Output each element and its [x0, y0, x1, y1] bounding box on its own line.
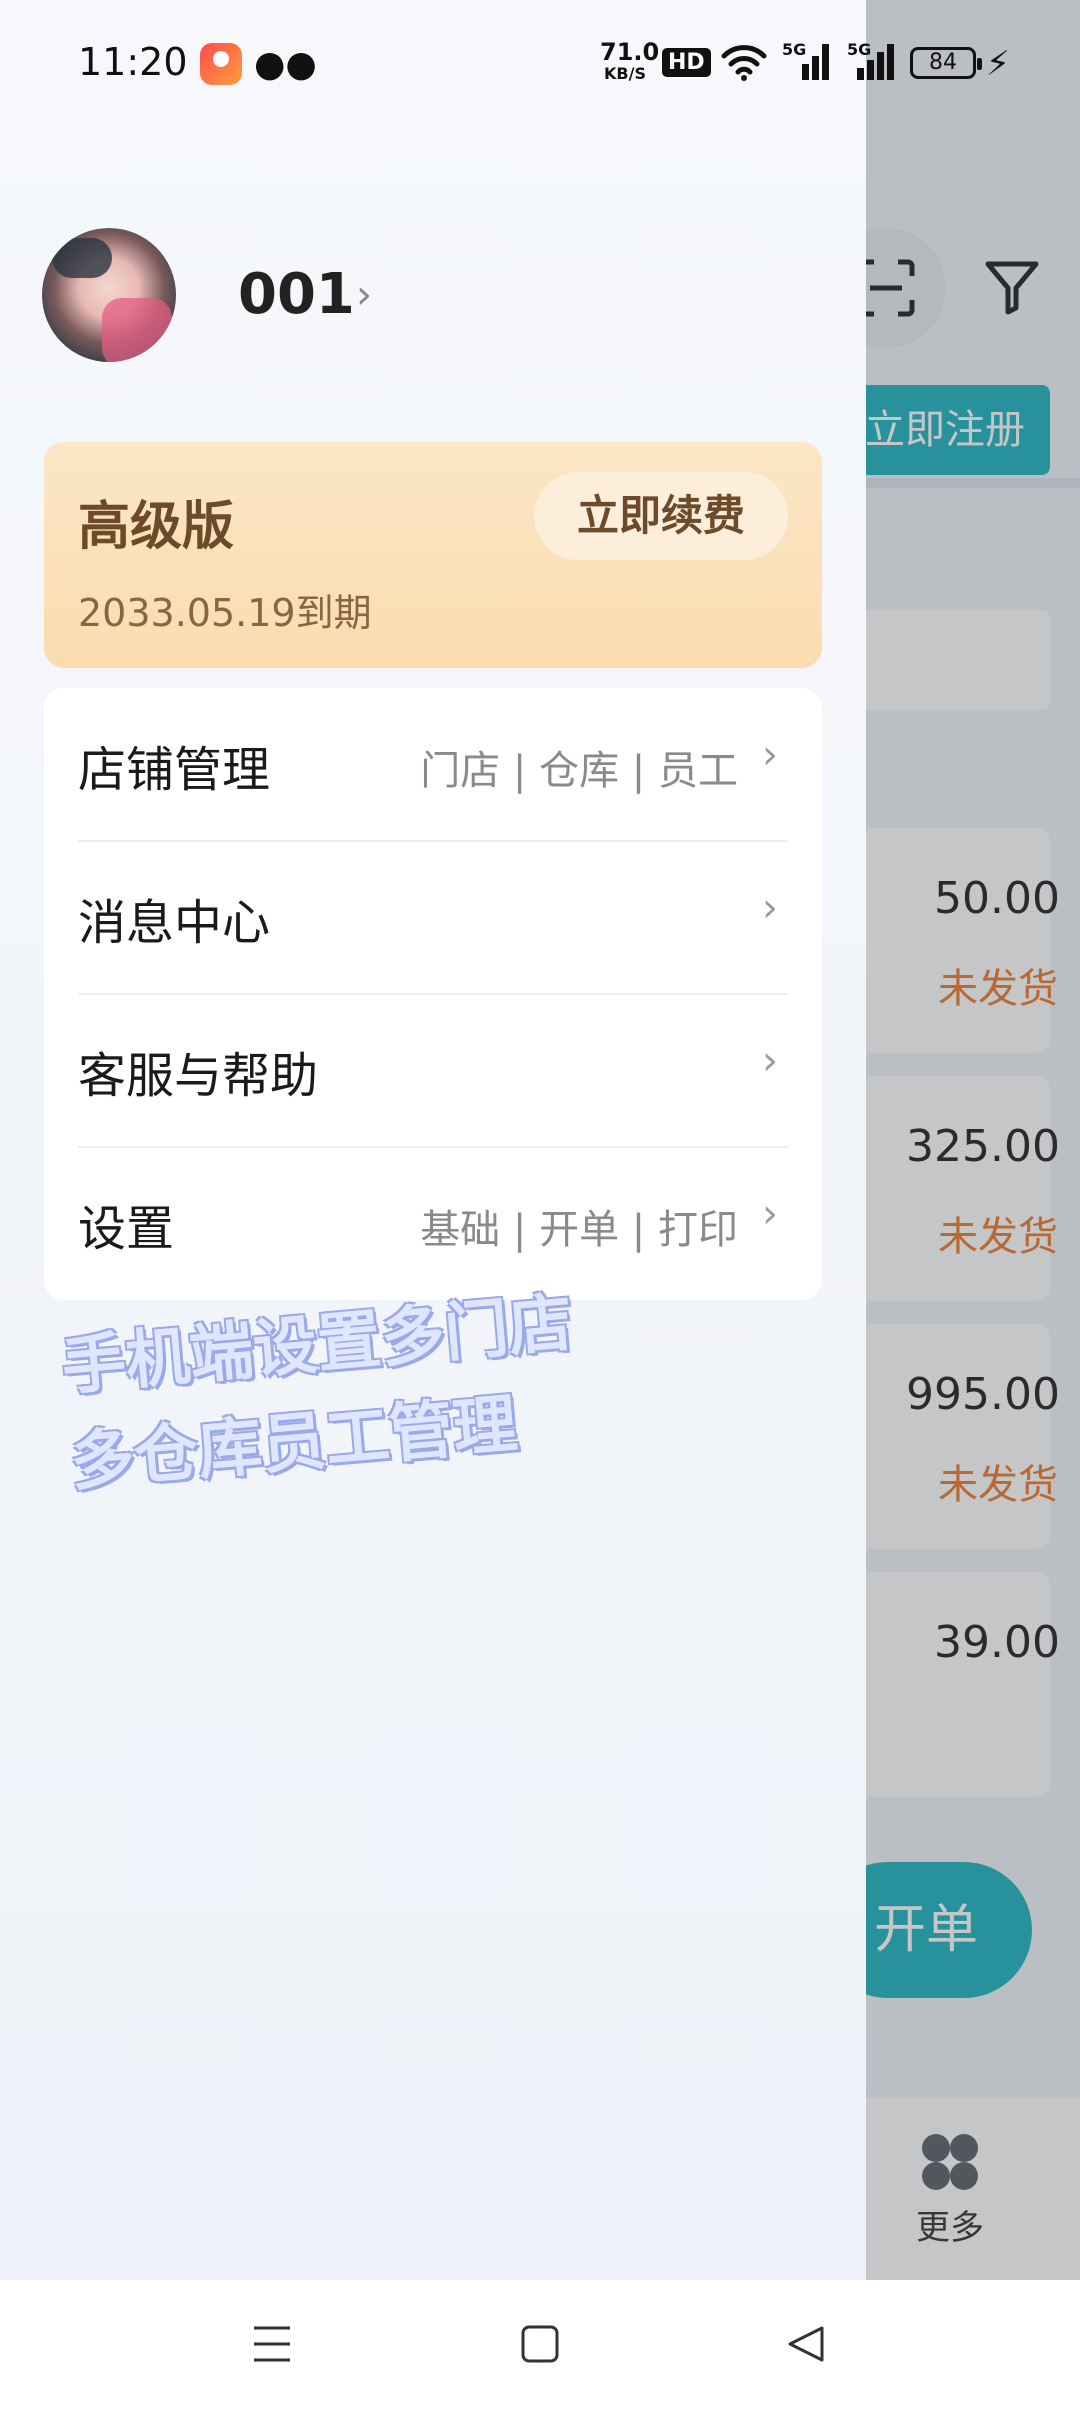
menu-item-label: 消息中心 [78, 895, 271, 951]
username[interactable]: 001 [238, 262, 355, 327]
premium-card: 高级版 2033.05.19到期 立即续费 [44, 442, 822, 668]
nav-back-icon[interactable] [786, 2324, 826, 2364]
menu-item-store-management[interactable]: 店铺管理 门店 | 仓库 | 员工 › [78, 688, 788, 840]
menu-item-settings[interactable]: 设置 基础 | 开单 | 打印 › [78, 1147, 788, 1299]
chevron-right-icon: › [356, 272, 372, 318]
network-speed-unit: KB/S [604, 64, 646, 83]
menu-card: 店铺管理 门店 | 仓库 | 员工 › 消息中心 › 客服与帮助 › 设置 基础… [44, 688, 822, 1300]
battery-icon: 84 [910, 47, 982, 79]
charging-icon: ⚡ [986, 44, 1010, 84]
promo-overlay-text: 手机端设置多门店 多仓库员工管理 [58, 1275, 585, 1511]
status-bar: 11:20 ●● 71.0 KB/S HD 5G 5G 84 ⚡ [0, 0, 1080, 128]
network-speed: 71.0 KB/S [600, 38, 660, 83]
wifi-icon [721, 45, 767, 81]
chevron-right-icon: › [762, 1038, 778, 1084]
system-nav-bar [0, 2280, 1080, 2414]
renew-button[interactable]: 立即续费 [534, 472, 788, 560]
menu-item-subtitle: 门店 | 仓库 | 员工 [420, 748, 738, 794]
side-drawer: 001 › 高级版 2033.05.19到期 立即续费 店铺管理 门店 | 仓库… [0, 0, 866, 2280]
chevron-right-icon: › [762, 732, 778, 778]
premium-title: 高级版 [78, 497, 235, 557]
menu-item-message-center[interactable]: 消息中心 › [78, 841, 788, 993]
menu-item-support[interactable]: 客服与帮助 › [78, 994, 788, 1146]
menu-item-label: 设置 [78, 1201, 175, 1257]
avatar[interactable] [42, 228, 176, 362]
menu-item-subtitle: 基础 | 开单 | 打印 [420, 1207, 738, 1253]
network-speed-value: 71.0 [600, 38, 660, 66]
menu-item-label: 客服与帮助 [78, 1048, 319, 1104]
nav-home-icon[interactable] [520, 2324, 560, 2364]
cellular-signal-icon [857, 44, 894, 80]
nav-menu-icon[interactable] [252, 2322, 292, 2366]
cellular-signal-icon [802, 44, 829, 80]
app-notification-icon [200, 43, 242, 85]
chevron-right-icon: › [762, 885, 778, 931]
menu-item-label: 店铺管理 [78, 742, 271, 798]
status-time: 11:20 [78, 40, 188, 84]
chevron-right-icon: › [762, 1191, 778, 1237]
hd-icon: HD [662, 48, 711, 77]
wechat-icon: ●● [254, 44, 317, 85]
premium-expiry: 2033.05.19到期 [78, 591, 372, 635]
